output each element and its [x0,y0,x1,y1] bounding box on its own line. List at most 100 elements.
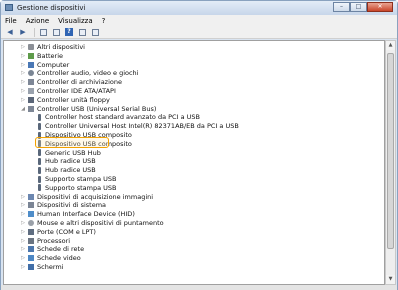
menu-help[interactable]: ? [102,17,106,25]
update-driver-button[interactable] [77,28,87,37]
tree-item-label: Hub radice USB [45,166,96,175]
scan-hardware-icon [91,28,99,36]
scroll-up-button[interactable]: ▲ [386,41,395,50]
tree-item[interactable]: ▷ Batterie [20,52,63,60]
console-tree-icon [39,28,47,36]
selected-item-highlight [35,137,109,148]
tree-item-label: Controller Universal Host Intel(R) 82371… [45,122,239,131]
menu-visualizza[interactable]: Visualizza [58,17,92,25]
tree-item[interactable]: Generic USB Hub [36,149,101,157]
maximize-button[interactable]: □ [350,2,367,12]
tree-item[interactable]: ▷ Human Interface Device (HID) [20,210,135,218]
back-button[interactable]: ◀ [5,28,15,37]
expand-toggle-icon[interactable]: ▷ [20,228,26,236]
status-bar [1,285,397,290]
scroll-thumb[interactable] [387,53,394,249]
tree-item[interactable]: ▷ Dispositivi di sistema [20,201,106,209]
expand-toggle-icon[interactable]: ▷ [20,193,26,201]
tree-item-label: Controller host standard avanzato da PCI… [45,113,200,122]
forward-button[interactable]: ▶ [18,28,28,37]
tree-item[interactable]: Controller Universal Host Intel(R) 82371… [36,122,239,130]
usb-device-icon [38,184,41,192]
tree-item-label: Schede video [37,254,81,263]
tree-item[interactable]: Supporto stampa USB [36,175,117,183]
imaging-icon [28,193,34,200]
expand-toggle-icon[interactable]: ▷ [20,43,26,51]
usb-device-icon [38,157,41,165]
expand-toggle-icon[interactable]: ▷ [20,52,26,60]
tree-item[interactable]: ▷ Altri dispositivi [20,43,85,51]
tree-item[interactable]: Controller host standard avanzato da PCI… [36,113,200,121]
expand-toggle-icon[interactable]: ▷ [20,245,26,253]
menu-file[interactable]: File [5,17,17,25]
tree-item-label: Supporto stampa USB [45,183,117,192]
expand-toggle-icon[interactable]: ▷ [20,219,26,227]
tree-item-label: Human Interface Device (HID) [37,210,135,219]
tree-item-label: Computer [37,60,70,69]
tree-item[interactable]: ▷ Controller IDE ATA/ATAPI [20,87,116,95]
mouse-icon [28,220,34,226]
expand-toggle-icon[interactable]: ▷ [20,78,26,86]
expand-toggle-icon[interactable]: ▷ [20,201,26,209]
tree-item[interactable]: ▷ Schede video [20,254,81,262]
tree-item-label: Controller USB (Universal Serial Bus) [37,104,157,113]
expand-toggle-icon[interactable]: ▷ [20,254,26,262]
expand-toggle-icon[interactable]: ▷ [20,96,26,104]
tree-item-label: Hub radice USB [45,157,96,166]
tree-item[interactable]: ▷ Porte (COM e LPT) [20,228,96,236]
usb-device-icon [38,175,41,183]
expand-toggle-icon[interactable]: ▷ [20,210,26,218]
window-title: Gestione dispositivi [17,4,86,12]
cpu-icon [28,237,34,244]
help-button[interactable]: ? [64,28,74,37]
device-tree: ▷ Altri dispositivi ▷ Batterie ▷ Computer ▷ Con… [3,40,385,285]
tree-item-label: Schede di rete [37,245,85,254]
scroll-down-button[interactable]: ▼ [386,275,395,284]
show-hide-tree-button[interactable] [38,28,48,37]
tree-item[interactable]: Hub radice USB [36,157,96,165]
tree-item-label: Altri dispositivi [37,43,85,51]
minimize-button[interactable]: – [333,2,350,12]
tree-item[interactable]: Hub radice USB [36,166,96,174]
tree-item[interactable]: ▷ Schermi [20,263,64,271]
expand-toggle-icon[interactable]: ◢ [20,105,26,113]
tree-item[interactable]: ▷ Processori [20,237,70,245]
tree-item-label: Dispositivi di acquisizione immagini [37,192,154,201]
tree-item[interactable]: ▷ Controller di archiviazione [20,78,122,86]
tree-item[interactable]: ▷ Controller unità floppy [20,96,110,104]
vertical-scrollbar[interactable]: ▲ ▼ [385,40,396,285]
device-manager-icon [5,4,13,11]
tree-item[interactable]: ▷ Dispositivi di acquisizione immagini [20,193,153,201]
tree-item[interactable]: ▷ Computer [20,61,69,69]
tree-item-label: Schermi [37,263,64,271]
update-driver-icon [78,28,86,36]
expand-toggle-icon[interactable]: ▷ [20,263,26,271]
tree-item[interactable]: ▷ Mouse e altri dispositivi di puntamento [20,219,164,227]
tree-item-label: Dispositivi di sistema [37,201,107,210]
tree-item-label: Mouse e altri dispositivi di puntamento [37,219,164,227]
tree-item[interactable]: ▷ Controller audio, video e giochi [20,69,138,77]
expand-toggle-icon[interactable]: ▷ [20,61,26,69]
tree-item[interactable]: Supporto stampa USB [36,184,117,192]
expand-toggle-icon[interactable]: ▷ [20,69,26,77]
computer-icon [28,61,34,68]
usb-device-icon [38,166,41,174]
usb-device-icon [38,113,41,121]
usb-device-icon [38,149,41,157]
title-bar[interactable]: Gestione dispositivi – □ ✕ [1,1,397,15]
toolbar-separator [34,27,35,37]
properties-button[interactable] [51,28,61,37]
tree-item-label: Porte (COM e LPT) [37,227,96,236]
folder-icon [28,44,34,50]
tree-item[interactable]: ◢ Controller USB (Universal Serial Bus) [20,105,156,113]
close-button[interactable]: ✕ [367,2,393,12]
scan-hardware-button[interactable] [90,28,100,37]
expand-toggle-icon[interactable]: ▷ [20,237,26,245]
properties-icon [52,28,60,36]
storage-icon [28,79,34,86]
menu-azione[interactable]: Azione [26,17,49,25]
tree-item-label: Generic USB Hub [45,148,101,157]
expand-toggle-icon[interactable]: ▷ [20,87,26,95]
hid-icon [28,211,34,218]
tree-item[interactable]: ▷ Schede di rete [20,245,84,253]
